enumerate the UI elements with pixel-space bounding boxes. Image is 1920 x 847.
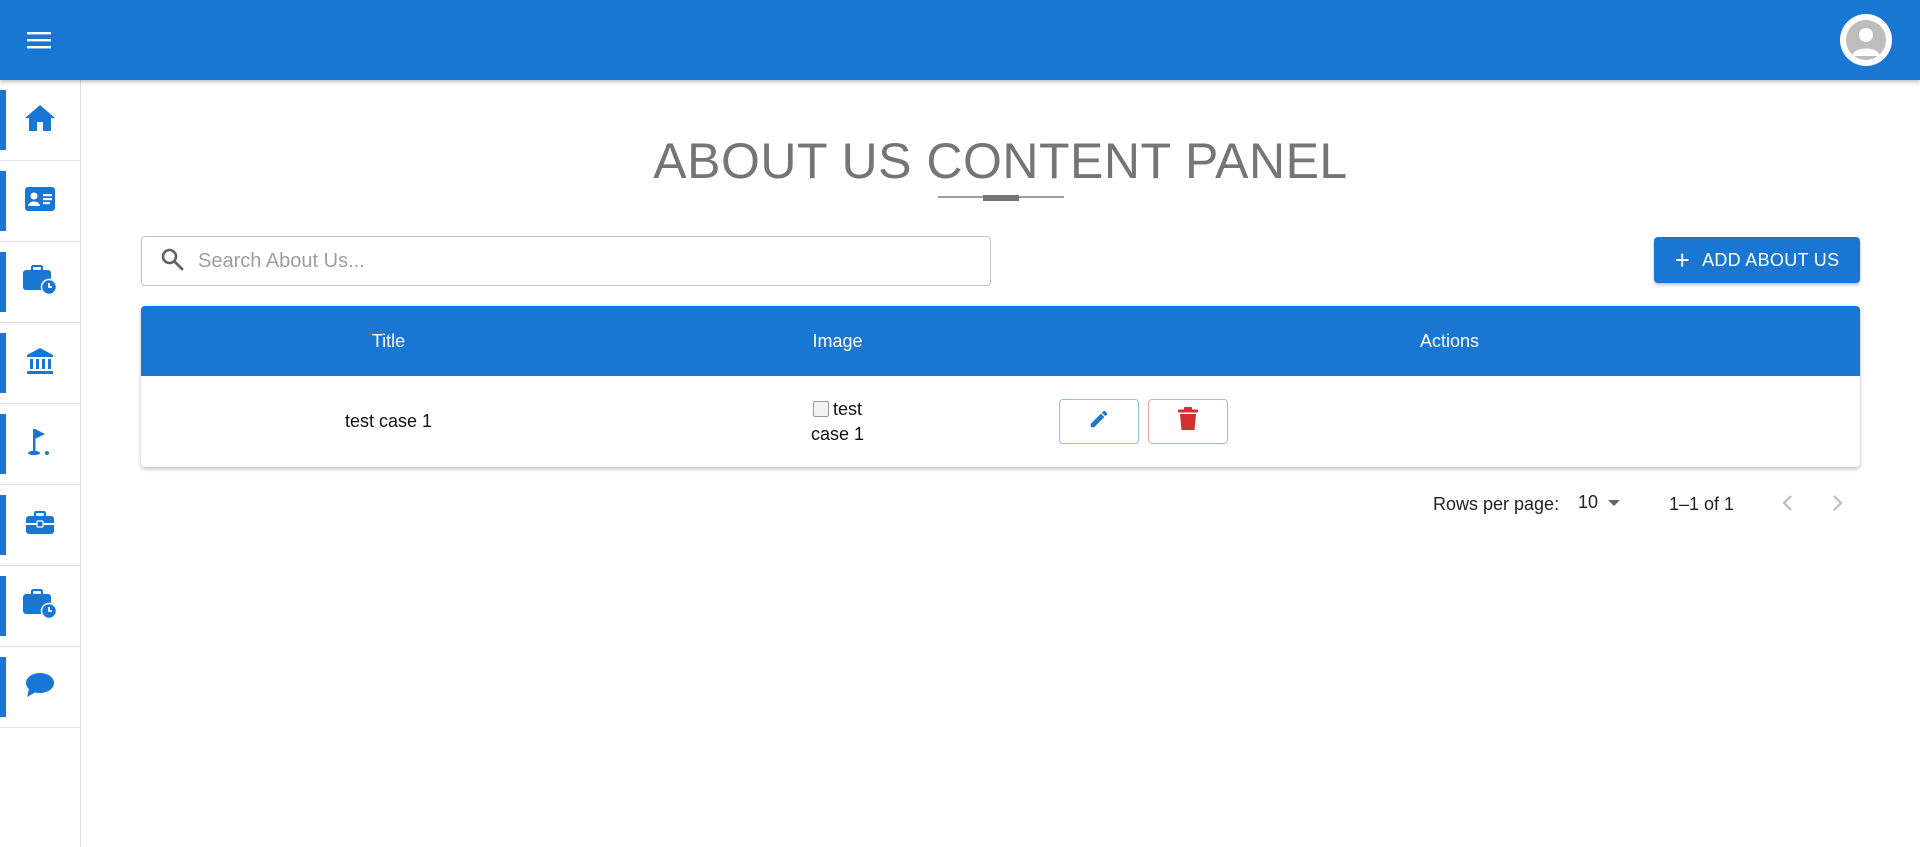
row-title-cell: test case 1 bbox=[344, 411, 433, 431]
chevron-left-icon bbox=[1781, 494, 1795, 517]
search-icon bbox=[160, 247, 184, 276]
hamburger-menu-icon[interactable] bbox=[22, 24, 56, 56]
column-header-actions: Actions bbox=[1419, 330, 1480, 351]
table-pagination: Rows per page: 10 1–1 of 1 bbox=[81, 484, 1920, 524]
business-time-icon bbox=[23, 264, 58, 300]
next-page-button[interactable] bbox=[1822, 490, 1852, 520]
about-us-table: Title Image Actions test case 1 test cas… bbox=[141, 306, 1860, 467]
sidebar-item-business-time[interactable] bbox=[0, 242, 80, 323]
column-header-title[interactable]: Title bbox=[141, 306, 636, 376]
app-bar bbox=[0, 0, 1920, 80]
broken-image-placeholder: test case 1 bbox=[809, 397, 867, 447]
chevron-right-icon bbox=[1830, 494, 1844, 517]
table-row: test case 1 test case 1 bbox=[141, 376, 1860, 467]
page-range: 1–1 of 1 bbox=[1669, 494, 1735, 514]
rows-per-page-label: Rows per page: bbox=[1433, 494, 1560, 514]
title-divider-accent bbox=[983, 195, 1019, 201]
sidebar-item-golf[interactable] bbox=[0, 404, 80, 485]
broken-image-icon bbox=[812, 400, 829, 417]
sidebar bbox=[0, 80, 81, 847]
main-content: ABOUT US CONTENT PANEL + ADD ABOUT US Ti… bbox=[81, 80, 1920, 847]
plus-icon: + bbox=[1674, 245, 1691, 275]
row-image-cell: test case 1 bbox=[636, 376, 1039, 467]
home-icon bbox=[24, 104, 56, 137]
sidebar-item-comments[interactable] bbox=[0, 647, 80, 728]
page-title: ABOUT US CONTENT PANEL bbox=[653, 133, 1348, 189]
business-time-icon bbox=[23, 588, 58, 624]
sidebar-item-briefcase[interactable] bbox=[0, 485, 80, 566]
table-header: Title Image Actions bbox=[141, 306, 1860, 376]
sidebar-item-bank[interactable] bbox=[0, 323, 80, 404]
rows-per-page-value: 10 bbox=[1578, 492, 1599, 512]
sidebar-item-home[interactable] bbox=[0, 80, 80, 161]
search-input[interactable] bbox=[198, 249, 978, 273]
add-about-us-label: ADD ABOUT US bbox=[1702, 249, 1840, 270]
delete-button[interactable] bbox=[1148, 399, 1228, 444]
comment-icon bbox=[25, 672, 55, 703]
previous-page-button[interactable] bbox=[1773, 490, 1803, 520]
add-about-us-button[interactable]: + ADD ABOUT US bbox=[1654, 237, 1860, 283]
account-circle-icon bbox=[1846, 20, 1886, 60]
sidebar-item-contact[interactable] bbox=[0, 161, 80, 242]
contact-card-icon bbox=[25, 186, 55, 216]
account-button[interactable] bbox=[1840, 14, 1892, 66]
bank-icon bbox=[26, 347, 54, 380]
rows-per-page-select[interactable]: 10 bbox=[1578, 492, 1621, 513]
sidebar-item-business-time-2[interactable] bbox=[0, 566, 80, 647]
trash-icon bbox=[1178, 407, 1198, 436]
caret-down-icon bbox=[1608, 499, 1621, 506]
pencil-icon bbox=[1088, 408, 1110, 435]
briefcase-icon bbox=[26, 510, 54, 540]
edit-button[interactable] bbox=[1059, 399, 1139, 444]
column-header-image[interactable]: Image bbox=[636, 306, 1039, 376]
golf-flag-icon bbox=[27, 427, 53, 462]
search-field[interactable] bbox=[141, 236, 991, 286]
